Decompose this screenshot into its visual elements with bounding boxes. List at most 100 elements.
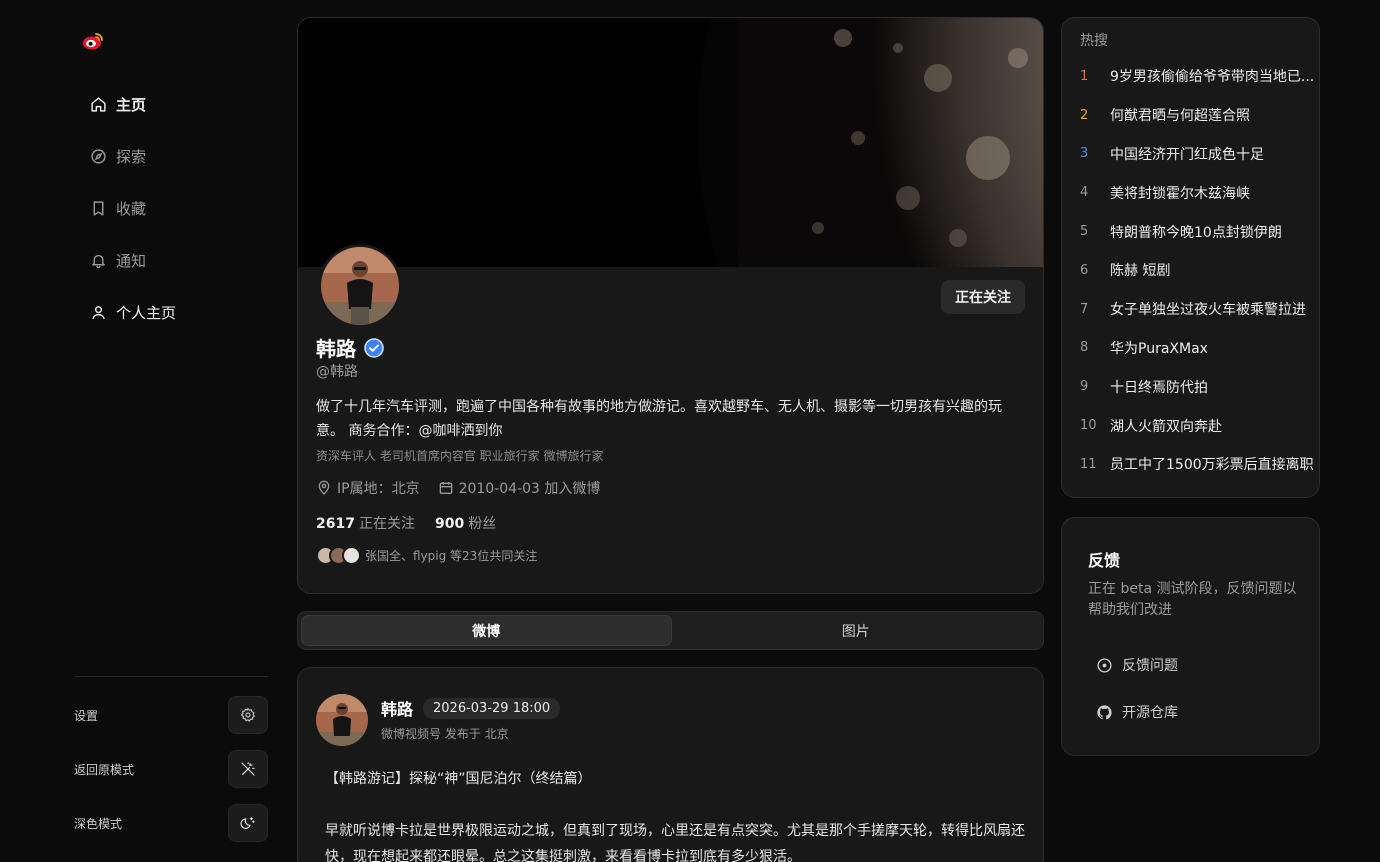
nav-item-home[interactable]: 主页 [80,78,260,130]
mutual-avatars [316,546,361,565]
hot-search-rank: 10 [1080,418,1097,434]
join-date: 2010-04-03 加入微博 [438,478,601,498]
mutual-followers[interactable]: 张国全、flypig 等23位共同关注 [316,546,537,565]
hot-search-rank: 1 [1080,68,1089,84]
settings-row: 设置 [74,695,268,735]
report-issue-link[interactable]: 反馈问题 [1096,655,1178,675]
following-stat[interactable]: 2617 正在关注 [316,513,415,533]
hot-search-card: 热搜 1 9岁男孩偷偷给爷爷带肉当地已... 2 何猷君晒与何超莲合照 3 中国经济开门红… [1061,17,1320,498]
profile-tabs: 微博 图片 [297,611,1044,650]
followers-stat[interactable]: 900 粉丝 [435,513,496,533]
post-text[interactable]: 【韩路游记】探秘“神”国尼泊尔（终结篇） 早就听说博卡拉是世界极限运动之城，但真… [325,766,1025,862]
bookmark-icon [93,200,104,216]
profile-card: 正在关注 韩路 @韩路 做了十几年汽车评测，跑遍了中国各种有故事的地方做游记。喜… [297,17,1044,594]
post-title: 【韩路游记】探秘“神”国尼泊尔（终结篇） [325,771,592,787]
hot-search-text: 女子单独坐过夜火车被乘警拉进 [1110,302,1306,319]
dark-mode-button[interactable] [228,804,268,842]
settings-label: 设置 [74,708,99,723]
hot-search-item[interactable]: 10 湖人火箭双向奔赴 [1062,406,1319,445]
hot-search-text: 员工中了1500万彩票后直接离职 [1110,457,1314,474]
original-mode-button[interactable] [228,750,268,788]
hot-search-rank: 9 [1080,379,1089,395]
nav-item-explore[interactable]: 探索 [80,130,260,182]
hot-search-item[interactable]: 1 9岁男孩偷偷给爷爷带肉当地已... [1062,57,1319,96]
nav-item-profile[interactable]: 个人主页 [80,286,260,338]
hot-search-rank: 5 [1080,224,1089,240]
hot-search-item[interactable]: 9 十日终焉防代拍 [1062,367,1319,406]
tab-weibo[interactable]: 微博 [301,615,672,646]
profile-name: 韩路 [316,337,356,361]
profile-avatar[interactable] [318,244,402,328]
github-icon [1097,704,1112,719]
hot-search-item[interactable]: 11 员工中了1500万彩票后直接离职 [1062,445,1319,484]
hot-search-item[interactable]: 8 华为PuraXMax [1062,329,1319,368]
hot-search-text: 何猷君晒与何超莲合照 [1110,108,1250,125]
nav-label: 收藏 [116,199,147,218]
hot-search-item[interactable]: 6 陈赫 短剧 [1062,251,1319,290]
hot-search-rank: 11 [1080,456,1097,472]
hot-search-item[interactable]: 4 美将封锁霍尔木兹海峡 [1062,173,1319,212]
following-button[interactable]: 正在关注 [941,280,1025,314]
feedback-title: 反馈 [1088,551,1121,570]
post-author-row: 韩路 2026-03-29 18:00 [381,696,561,720]
hot-search-item[interactable]: 5 特朗普称今晚10点封锁伊朗 [1062,212,1319,251]
tab-photos[interactable]: 图片 [672,615,1041,646]
hot-search-text: 特朗普称今晚10点封锁伊朗 [1110,224,1282,241]
mutual-followers-text: 张国全、flypig 等23位共同关注 [365,549,538,563]
hot-search-item[interactable]: 7 女子单独坐过夜火车被乘警拉进 [1062,290,1319,329]
following-count: 2617 [316,516,355,532]
hot-search-text: 华为PuraXMax [1110,340,1208,357]
profile-tags: 资深车评人 老司机首席内容官 职业旅行家 微博旅行家 [316,449,604,463]
user-icon [92,305,105,319]
source-repo-label: 开源仓库 [1122,705,1178,721]
followers-label: 粉丝 [468,516,497,532]
dark-mode-row: 深色模式 [74,803,268,843]
report-issue-label: 反馈问题 [1122,658,1178,674]
original-mode-label: 返回原模式 [74,762,135,777]
hot-search-text: 美将封锁霍尔木兹海峡 [1110,185,1250,202]
hot-search-rank: 6 [1080,262,1089,278]
main-content: 正在关注 韩路 @韩路 做了十几年汽车评测，跑遍了中国各种有故事的地方做游记。喜… [297,17,1044,862]
hot-search-rank: 8 [1080,340,1089,356]
nav-label: 主页 [116,95,147,114]
avatar-photo [321,247,399,325]
profile-stats: 2617 正在关注 900 粉丝 [316,513,516,533]
nav-label: 通知 [116,251,147,270]
right-column: 热搜 1 9岁男孩偷偷给爷爷带肉当地已... 2 何猷君晒与何超莲合照 3 中国经济开门红… [1061,17,1320,756]
following-label: 正在关注 [358,516,415,532]
calendar-icon [439,482,452,494]
magic-off-icon [241,762,255,776]
post-source: 微博视频号 发布于 北京 [381,727,509,741]
nav-item-favorites[interactable]: 收藏 [80,182,260,234]
hot-search-rank: 3 [1080,146,1089,162]
hot-search-rank: 7 [1080,301,1089,317]
hot-search-list: 1 9岁男孩偷偷给爷爷带肉当地已... 2 何猷君晒与何超莲合照 3 中国经济开门红成色十… [1062,57,1319,484]
avatar-photo [316,694,368,746]
feedback-description: 正在 beta 测试阶段，反馈问题以帮助我们改进 [1088,581,1297,618]
join-date-text: 2010-04-03 加入微博 [458,481,601,497]
dark-mode-label: 深色模式 [74,816,123,831]
nav-item-notifications[interactable]: 通知 [80,234,260,286]
hot-search-title: 热搜 [1080,33,1108,49]
hot-search-text: 十日终焉防代拍 [1110,379,1208,396]
hot-search-item[interactable]: 2 何猷君晒与何超莲合照 [1062,96,1319,135]
location-pin-icon [318,480,330,495]
post-card: 韩路 2026-03-29 18:00 微博视频号 发布于 北京 【韩路游记】探… [297,667,1044,862]
weibo-logo-icon[interactable] [82,31,104,51]
source-repo-link[interactable]: 开源仓库 [1096,702,1178,722]
sidebar: 主页 探索 收藏 通知 个人主页 设置 返回原模式 深色模式 [0,0,280,862]
post-author-avatar[interactable] [316,694,368,746]
moon-banner-image [298,18,1043,267]
post-timestamp[interactable]: 2026-03-29 18:00 [423,697,561,719]
nav-label: 探索 [116,147,147,166]
profile-meta: IP属地：北京 2010-04-03 加入微博 [316,478,618,498]
followers-count: 900 [434,516,465,532]
issue-icon [1097,657,1112,673]
profile-bio: 做了十几年汽车评测，跑遍了中国各种有故事的地方做游记。喜欢越野车、无人机、摄影等… [316,399,1002,439]
hot-search-item[interactable]: 3 中国经济开门红成色十足 [1062,135,1319,174]
post-author-name[interactable]: 韩路 [381,696,413,720]
nav-label: 个人主页 [116,303,177,322]
settings-button[interactable] [228,696,268,734]
moon-sparkle-icon [240,817,255,829]
gear-icon [240,707,256,722]
